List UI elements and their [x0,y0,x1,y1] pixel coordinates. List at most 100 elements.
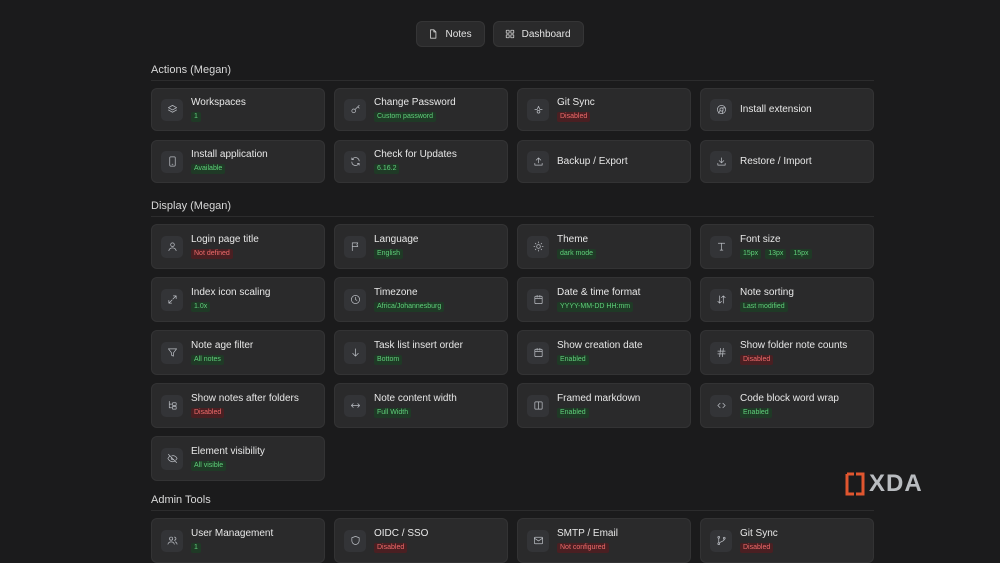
card-change-password[interactable]: Change Password Custom password [334,88,508,131]
card-title: Theme [557,234,589,245]
card-smtp-email[interactable]: SMTP / Email Not configured [517,518,691,563]
notes-button[interactable]: Notes [416,21,485,47]
user-icon [161,235,183,258]
dashboard-button[interactable]: Dashboard [492,21,584,47]
card-text: Element visibility All visible [191,446,265,471]
eye-off-icon [161,447,183,470]
xda-logo-icon [845,472,865,496]
card-restore-import[interactable]: Restore / Import [700,140,874,183]
card-workspaces[interactable]: Workspaces 1 [151,88,325,131]
status-badge: Custom password [374,112,437,122]
card-user-management[interactable]: User Management 1 [151,518,325,563]
card-title: Git Sync [557,97,595,108]
card-text: SMTP / Email Not configured [557,528,618,553]
card-badges: Disabled [557,112,595,122]
card-oidc-sso[interactable]: OIDC / SSO Disabled [334,518,508,563]
card-task-list-insert-order[interactable]: Task list insert order Bottom [334,330,508,375]
status-badge: Bottom [374,355,403,365]
card-badges: All notes [191,355,253,365]
card-timezone[interactable]: Timezone Africa/Johannesburg [334,277,508,322]
card-install-extension[interactable]: Install extension [700,88,874,131]
card-text: Install application Available [191,149,268,174]
status-badge: Available [191,164,226,174]
card-date-time-format[interactable]: Date & time format YYYY-MM-DD HH:mm [517,277,691,322]
card-code-block-word-wrap[interactable]: Code block word wrap Enabled [700,383,874,428]
arrow-down-icon [344,341,366,364]
file-icon [430,29,437,39]
status-badge: Full Width [374,408,412,418]
chrome-icon [710,98,732,121]
admin-grid: User Management 1 OIDC / SSO Disabled SMTP /… [151,518,874,563]
card-badges: Not configured [557,543,618,553]
status-badge: 15px [740,249,762,259]
card-title: Code block word wrap [740,393,839,404]
status-badge: Enabled [740,408,772,418]
status-badge: English [374,249,403,259]
card-element-visibility[interactable]: Element visibility All visible [151,436,325,481]
status-badge: 6.16.2 [374,164,400,174]
users-icon [161,529,183,552]
status-badge: Disabled [740,355,774,365]
card-text: Show notes after folders Disabled [191,393,299,418]
card-badges: Available [191,164,268,174]
card-badges: 1.0x [191,302,271,312]
card-badges: Bottom [374,355,463,365]
display-section-title: Display (Megan) [151,200,232,212]
status-badge: Africa/Johannesburg [374,302,445,312]
admin-section: Admin Tools User Management 1 OIDC / SSO Di… [151,493,874,563]
card-install-application[interactable]: Install application Available [151,140,325,183]
card-check-updates[interactable]: Check for Updates 6.16.2 [334,140,508,183]
card-admin-git-sync[interactable]: Git Sync Disabled [700,518,874,563]
card-title: OIDC / SSO [374,528,429,539]
card-note-age-filter[interactable]: Note age filter All notes [151,330,325,375]
card-title: Task list insert order [374,340,463,351]
card-show-creation-date[interactable]: Show creation date Enabled [517,330,691,375]
card-backup-export[interactable]: Backup / Export [517,140,691,183]
sort-icon [710,288,732,311]
card-badges: Not defined [191,249,259,259]
card-framed-markdown[interactable]: Framed markdown Enabled [517,383,691,428]
card-text: Date & time format YYYY-MM-DD HH:mm [557,287,640,312]
card-text: Code block word wrap Enabled [740,393,839,418]
status-badge: 13px [765,249,787,259]
grid-icon [505,29,514,39]
card-title: User Management [191,528,274,539]
card-title: Note sorting [740,287,794,298]
card-index-icon-scaling[interactable]: Index icon scaling 1.0x [151,277,325,322]
card-title: Install application [191,149,268,160]
card-badges: 1 [191,543,273,553]
settings-page: Notes Dashboard Actions (Megan) Workspac… [0,0,1000,563]
card-title: Restore / Import [740,155,812,167]
status-badge: 1 [191,112,201,122]
card-note-sorting[interactable]: Note sorting Last modified [700,277,874,322]
card-badges: Custom password [374,112,456,122]
card-theme[interactable]: Theme dark mode [517,224,691,269]
card-title: Show folder note counts [740,340,848,351]
expand-icon [161,288,183,311]
card-text: Font size 15px 13px 15px [740,234,812,259]
hash-icon [710,341,732,364]
calendar-icon [527,341,549,364]
card-title: Install extension [740,103,812,115]
card-show-folder-note-counts[interactable]: Show folder note counts Disabled [700,330,874,375]
status-badge: Not configured [557,543,609,553]
card-title: Check for Updates [374,149,457,160]
card-text: Git Sync Disabled [740,528,778,553]
card-badges: Enabled [740,408,839,418]
card-login-page-title[interactable]: Login page title Not defined [151,224,325,269]
card-git-sync[interactable]: Git Sync Disabled [517,88,691,131]
card-title: Show creation date [557,340,643,351]
card-language[interactable]: Language English [334,224,508,269]
section-divider [151,510,874,511]
status-badge: Enabled [557,408,589,418]
card-text: Timezone Africa/Johannesburg [374,287,445,312]
actions-grid: Workspaces 1 Change Password Custom passwor… [151,88,874,183]
shield-icon [344,529,366,552]
card-title: Date & time format [557,287,641,298]
card-title: SMTP / Email [557,528,618,539]
layers-icon [161,98,183,121]
card-note-content-width[interactable]: Note content width Full Width [334,383,508,428]
card-font-size[interactable]: Font size 15px 13px 15px [700,224,874,269]
card-badges: 15px 13px 15px [740,249,812,259]
card-show-notes-after-folders[interactable]: Show notes after folders Disabled [151,383,325,428]
